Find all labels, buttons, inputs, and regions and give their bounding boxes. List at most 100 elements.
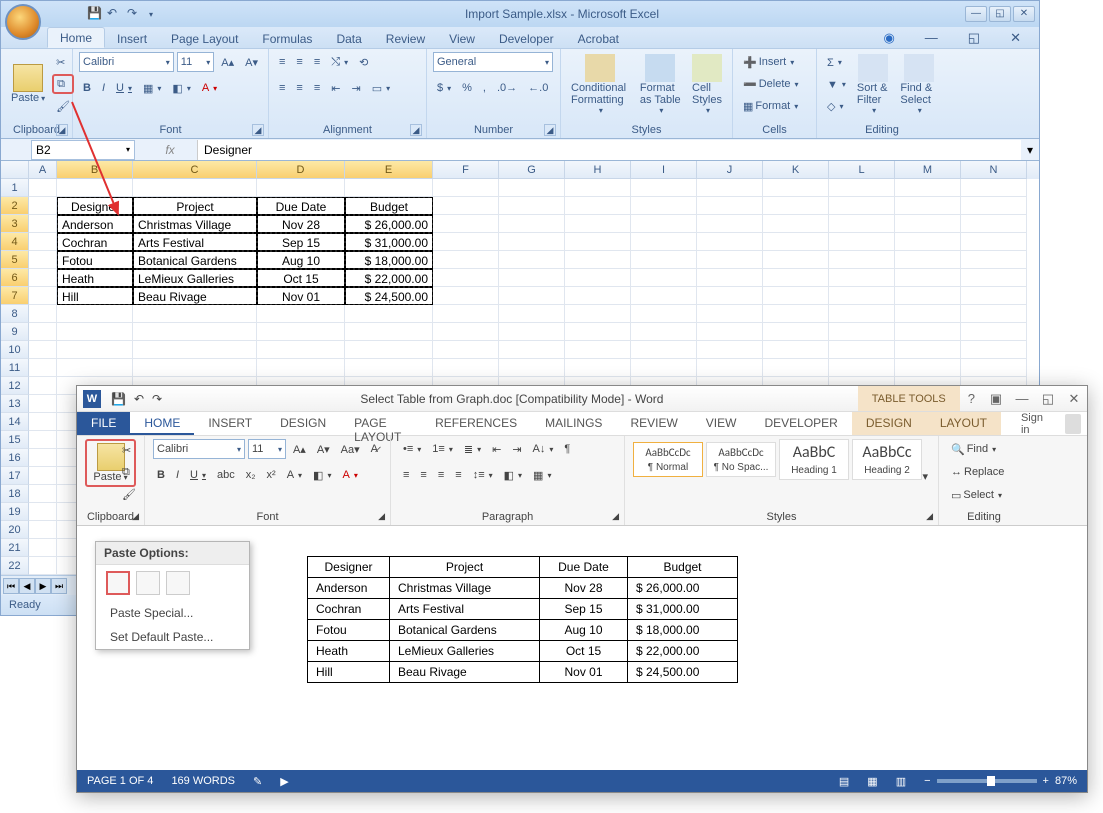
cell[interactable]: [499, 179, 565, 197]
cell[interactable]: [565, 323, 631, 341]
word-table-cell[interactable]: Cochran: [308, 599, 390, 620]
cell[interactable]: [631, 269, 697, 287]
align-left-button[interactable]: ≡: [275, 78, 289, 98]
column-header[interactable]: A: [29, 161, 57, 179]
cell[interactable]: [697, 251, 763, 269]
cell[interactable]: [763, 341, 829, 359]
cell[interactable]: [29, 269, 57, 287]
word-format-painter-button[interactable]: 🖌: [118, 484, 140, 504]
cell[interactable]: Anderson: [57, 215, 133, 233]
cell[interactable]: [29, 359, 57, 377]
word-table-cell[interactable]: Fotou: [308, 620, 390, 641]
word-inc-indent[interactable]: ⇥: [508, 439, 525, 459]
cell[interactable]: [29, 431, 57, 449]
word-table-cell[interactable]: $ 24,500.00: [628, 662, 738, 683]
grow-font-button[interactable]: A▴: [217, 52, 238, 72]
cell[interactable]: [961, 197, 1027, 215]
word-font-dialog-launcher[interactable]: ◢: [378, 511, 385, 522]
cell[interactable]: [829, 179, 895, 197]
cell[interactable]: [763, 179, 829, 197]
cell[interactable]: $ 18,000.00: [345, 251, 433, 269]
sort-filter-button[interactable]: Sort & Filter: [853, 52, 894, 117]
word-tab-table-layout[interactable]: LAYOUT: [926, 412, 1001, 435]
cell[interactable]: [57, 359, 133, 377]
cell[interactable]: [631, 251, 697, 269]
tab-acrobat[interactable]: Acrobat: [566, 29, 631, 48]
cell[interactable]: [499, 323, 565, 341]
column-header[interactable]: F: [433, 161, 499, 179]
word-tab-home[interactable]: HOME: [130, 412, 194, 435]
cell[interactable]: [961, 269, 1027, 287]
cell[interactable]: Budget: [345, 197, 433, 215]
find-select-button[interactable]: Find & Select: [896, 52, 941, 117]
align-bottom-button[interactable]: ≡: [310, 52, 324, 72]
cell[interactable]: [499, 359, 565, 377]
cell[interactable]: [829, 359, 895, 377]
cell[interactable]: [697, 233, 763, 251]
word-replace-button[interactable]: ↔ Replace: [947, 462, 1021, 482]
word-clear-format[interactable]: A̷: [367, 439, 382, 459]
cell[interactable]: Fotou: [57, 251, 133, 269]
cell[interactable]: [961, 215, 1027, 233]
cell[interactable]: [345, 305, 433, 323]
word-document-area[interactable]: DesignerProjectDue DateBudgetAndersonChr…: [307, 556, 738, 683]
save-icon[interactable]: 💾: [83, 4, 99, 24]
cell[interactable]: [257, 179, 345, 197]
font-name-combo[interactable]: Calibri: [79, 52, 174, 72]
cell[interactable]: [631, 323, 697, 341]
cell[interactable]: [29, 449, 57, 467]
word-font-size[interactable]: 11: [248, 439, 286, 459]
word-dec-indent[interactable]: ⇤: [488, 439, 505, 459]
word-tab-references[interactable]: REFERENCES: [421, 412, 531, 435]
show-marks-button[interactable]: ¶: [560, 439, 574, 459]
tab-data[interactable]: Data: [324, 29, 373, 48]
word-table-cell[interactable]: Sep 15: [540, 599, 628, 620]
cell[interactable]: [697, 269, 763, 287]
word-table-cell[interactable]: Aug 10: [540, 620, 628, 641]
align-right-button[interactable]: ≡: [310, 78, 324, 98]
cell[interactable]: [29, 233, 57, 251]
cell[interactable]: [257, 359, 345, 377]
signin-link[interactable]: Sign in: [1001, 412, 1087, 435]
word-table-cell[interactable]: Hill: [308, 662, 390, 683]
numbering-button[interactable]: 1≡: [428, 439, 457, 459]
word-text-effect[interactable]: A: [283, 465, 306, 485]
row-header[interactable]: 6: [1, 269, 29, 287]
cell[interactable]: [499, 269, 565, 287]
cell[interactable]: [133, 341, 257, 359]
cell[interactable]: [961, 305, 1027, 323]
word-change-case[interactable]: Aa▾: [337, 439, 364, 459]
cell[interactable]: $ 31,000.00: [345, 233, 433, 251]
word-minimize-button[interactable]: —: [1009, 391, 1035, 407]
column-header[interactable]: C: [133, 161, 257, 179]
style-item[interactable]: AaBbCcDc ¶ No Spac...: [706, 442, 776, 477]
cell[interactable]: [565, 269, 631, 287]
cell[interactable]: [631, 197, 697, 215]
format-as-table-button[interactable]: Format as Table: [636, 52, 685, 117]
percent-button[interactable]: %: [458, 78, 476, 98]
number-dialog-launcher[interactable]: ◢: [544, 124, 556, 136]
word-fullscreen-button[interactable]: ▣: [983, 391, 1009, 407]
word-table-header[interactable]: Project: [390, 557, 540, 578]
cell[interactable]: [345, 179, 433, 197]
row-header[interactable]: 19: [1, 503, 29, 521]
cell[interactable]: [961, 359, 1027, 377]
cell[interactable]: [29, 323, 57, 341]
cell[interactable]: [631, 215, 697, 233]
word-shrink-font[interactable]: A▾: [313, 439, 334, 459]
cell[interactable]: [565, 179, 631, 197]
column-header[interactable]: K: [763, 161, 829, 179]
increase-decimal-button[interactable]: .0→: [493, 78, 521, 98]
cell[interactable]: [29, 539, 57, 557]
row-header[interactable]: 12: [1, 377, 29, 395]
cell[interactable]: [257, 323, 345, 341]
cell[interactable]: [57, 323, 133, 341]
cell[interactable]: [345, 323, 433, 341]
cell[interactable]: Heath: [57, 269, 133, 287]
cell[interactable]: [499, 233, 565, 251]
restore-button[interactable]: ◱: [989, 6, 1011, 22]
paste-special-item[interactable]: Paste Special...: [96, 601, 249, 625]
cell[interactable]: [29, 251, 57, 269]
style-item[interactable]: AaBbCc Heading 2: [852, 439, 922, 480]
fill-button[interactable]: ▼: [823, 75, 850, 95]
